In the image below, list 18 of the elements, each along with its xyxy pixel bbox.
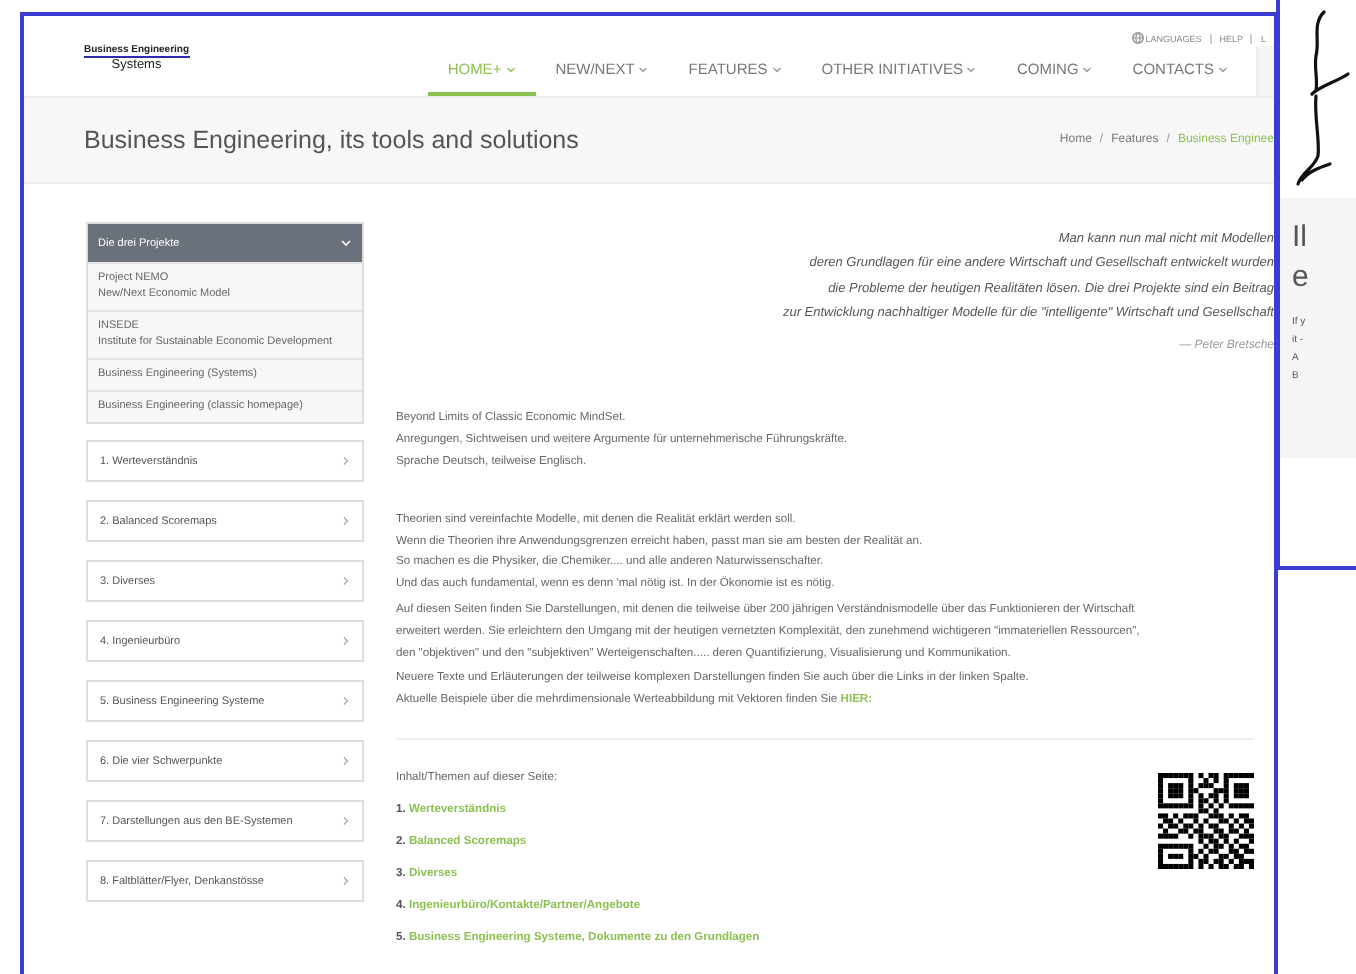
chevron-icon — [340, 238, 352, 248]
card-heading: Il e — [1292, 218, 1311, 298]
caret-icon — [771, 65, 782, 73]
page-title: Business Engineering, its tools and solutions — [84, 126, 579, 154]
caret-icon — [505, 65, 516, 73]
caret-icon — [966, 65, 977, 73]
caret-icon — [1082, 65, 1093, 73]
chevron-icon — [342, 816, 350, 826]
chevron-icon — [342, 516, 350, 526]
chevron-icon — [342, 756, 350, 766]
chevron-icon — [342, 636, 350, 646]
caret-icon — [1218, 65, 1228, 73]
caret-icon — [638, 65, 649, 73]
chevron-icon — [342, 696, 350, 706]
globe-icon — [1131, 32, 1144, 44]
chevron-icon — [342, 876, 350, 886]
chevron-icon — [342, 456, 350, 466]
chevron-icon — [342, 576, 350, 586]
